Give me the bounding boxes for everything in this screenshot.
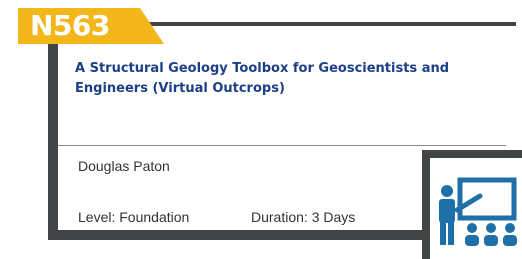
classroom-presenter-icon [430,158,522,259]
divider [58,145,506,146]
course-author: Douglas Paton [78,158,170,174]
course-code: N563 [30,9,110,42]
course-level: Level: Foundation [78,209,190,225]
course-title[interactable]: A Structural Geology Toolbox for Geoscie… [75,59,505,99]
course-type-icon-frame [422,150,522,259]
course-duration: Duration: 3 Days [251,209,356,225]
